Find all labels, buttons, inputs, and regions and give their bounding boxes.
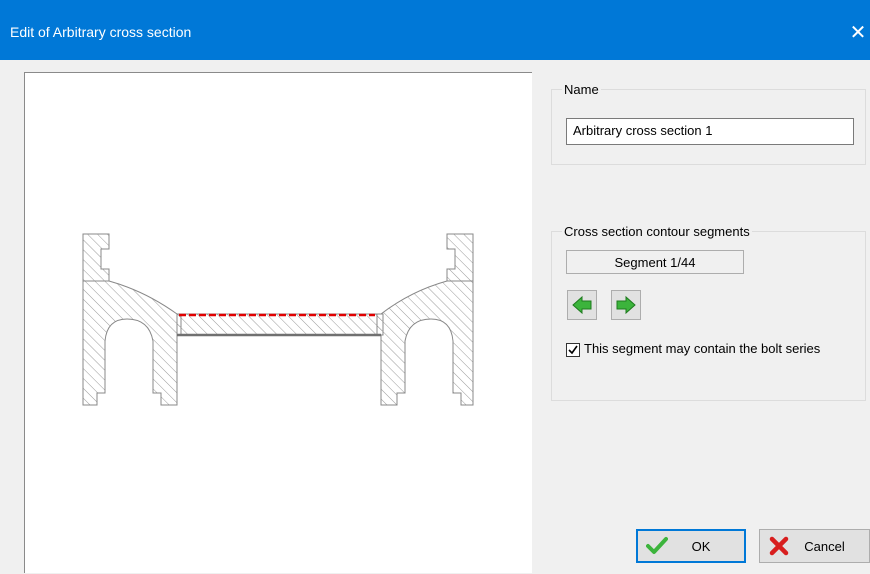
name-group: Name Arbitrary cross section 1 [551, 82, 866, 165]
arrow-right-icon [616, 295, 636, 315]
previous-segment-button[interactable] [567, 290, 597, 320]
name-input[interactable]: Arbitrary cross section 1 [566, 118, 854, 145]
contour-segments-legend: Cross section contour segments [562, 224, 752, 239]
cross-section-drawing [82, 233, 474, 406]
cancel-button[interactable]: Cancel [759, 529, 870, 563]
right-leg [446, 233, 474, 282]
bolt-series-checkbox[interactable] [566, 343, 580, 357]
name-legend: Name [562, 82, 601, 97]
window-title: Edit of Arbitrary cross section [10, 24, 192, 40]
bolt-series-label[interactable]: This segment may contain the bolt series [584, 341, 820, 357]
right-body [376, 280, 474, 406]
ok-button-label: OK [691, 538, 711, 554]
contour-segments-group: Cross section contour segments Segment 1… [551, 224, 866, 401]
bolt-series-option: This segment may contain the bolt series [566, 341, 856, 357]
checkmark-icon [568, 345, 578, 355]
arrow-left-icon [572, 295, 592, 315]
left-body [82, 280, 182, 406]
segment-indicator: Segment 1/44 [566, 250, 744, 274]
cancel-button-label: Cancel [804, 538, 845, 554]
next-segment-button[interactable] [611, 290, 641, 320]
ok-button[interactable]: OK [636, 529, 746, 563]
red-x-icon [769, 536, 789, 556]
cross-section-shape [82, 233, 474, 406]
title-bar: Edit of Arbitrary cross section ✕ [0, 0, 870, 60]
close-icon[interactable]: ✕ [846, 18, 870, 46]
left-leg [82, 233, 110, 282]
cross-section-preview[interactable] [24, 72, 532, 573]
web [176, 313, 384, 336]
checkmark-icon [646, 537, 668, 554]
